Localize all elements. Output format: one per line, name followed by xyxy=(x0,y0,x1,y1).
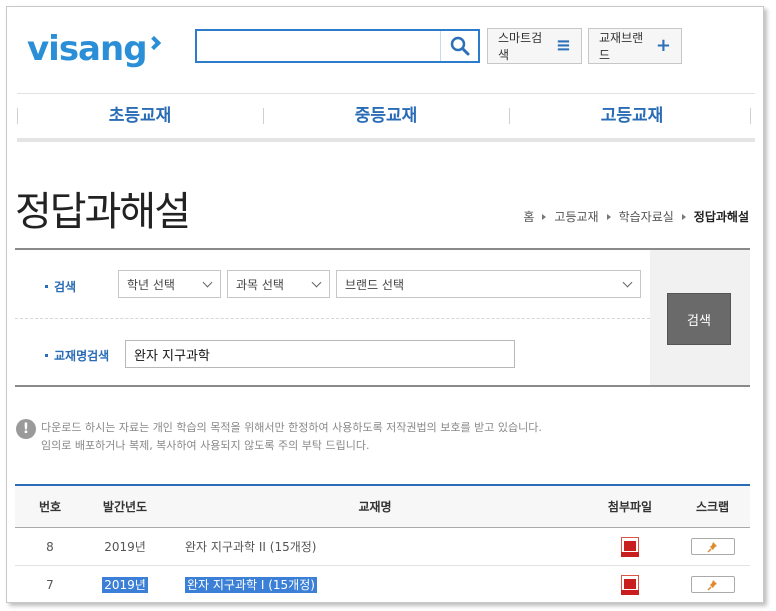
page-frame: visang 스마트검색 ≡ 교재브랜드 + 초등교재 중등교재 고등교재 정답… xyxy=(6,6,764,603)
table-header: 번호 발간년도 교재명 첨부파일 스크랩 xyxy=(15,486,750,528)
search-panel: 검색 학년 선택 과목 선택 브랜드 선택 교재명검색 완자 지구과학 검색 xyxy=(15,248,750,387)
row-year: 2019년 xyxy=(104,540,146,554)
table-row: 7 2019년 완자 지구과학 I (15개정) xyxy=(15,566,750,602)
scrap-button[interactable] xyxy=(690,538,735,555)
breadcrumb-arrow-icon xyxy=(606,213,611,220)
subject-select-value: 과목 선택 xyxy=(236,277,284,292)
row-file xyxy=(585,574,675,595)
row-no: 8 xyxy=(46,539,54,554)
search-submit-area: 검색 xyxy=(650,250,750,385)
smart-search-label: 스마트검색 xyxy=(498,31,543,62)
nav-elementary[interactable]: 초등교재 xyxy=(17,99,263,133)
main-nav: 초등교재 중등교재 고등교재 xyxy=(17,99,755,133)
header-no: 번호 xyxy=(38,500,62,514)
search-label-text: 검색 xyxy=(54,280,77,294)
header-name: 교재명 xyxy=(358,500,392,514)
textbook-brand-button[interactable]: 교재브랜드 + xyxy=(588,28,682,64)
chevron-down-icon xyxy=(202,277,213,288)
row-scrap xyxy=(675,538,750,555)
nav-middle[interactable]: 중등교재 xyxy=(263,99,509,133)
grade-select-value: 학년 선택 xyxy=(127,277,175,292)
row-name[interactable]: 완자 지구과학 II (15개정) xyxy=(165,538,585,555)
bullet-icon xyxy=(45,354,48,357)
search-row-label: 검색 xyxy=(45,278,76,295)
row-file xyxy=(585,536,675,557)
pdf-file-icon[interactable] xyxy=(621,574,639,595)
pin-icon xyxy=(706,541,717,553)
menu-icon: ≡ xyxy=(555,35,571,56)
pin-icon xyxy=(706,579,717,591)
row-name[interactable]: 완자 지구과학 I (15개정) xyxy=(165,576,585,593)
table-row: 8 2019년 완자 지구과학 II (15개정) xyxy=(15,528,750,566)
results-table: 번호 발간년도 교재명 첨부파일 스크랩 8 2019년 완자 지구과학 II … xyxy=(15,484,750,602)
global-search-input[interactable] xyxy=(197,31,437,61)
book-name-label-text: 교재명검색 xyxy=(54,349,110,363)
book-name-input[interactable]: 완자 지구과학 xyxy=(125,340,515,368)
exclamation-icon: ! xyxy=(16,419,36,439)
notice-line-2: 임의로 배포하거나 복제, 복사하여 사용되지 않도록 주의 부탁 드립니다. xyxy=(41,439,370,452)
pdf-file-icon[interactable] xyxy=(621,536,639,557)
smart-search-button[interactable]: 스마트검색 ≡ xyxy=(487,28,582,64)
scrap-button[interactable] xyxy=(690,576,735,593)
bullet-icon xyxy=(45,285,48,288)
book-name-row-label: 교재명검색 xyxy=(45,347,109,364)
search-button[interactable] xyxy=(440,31,478,61)
breadcrumb-arrow-icon xyxy=(681,213,686,220)
breadcrumb-high[interactable]: 고등교재 xyxy=(554,208,598,225)
search-submit-button[interactable]: 검색 xyxy=(667,293,731,345)
global-search-box xyxy=(195,29,480,63)
breadcrumb-current: 정답과해설 xyxy=(693,210,749,224)
grade-select[interactable]: 학년 선택 xyxy=(118,270,221,298)
book-name-input-value: 완자 지구과학 xyxy=(134,348,210,364)
row-no: 7 xyxy=(46,577,54,592)
nav-high[interactable]: 고등교재 xyxy=(509,99,755,133)
search-icon xyxy=(450,36,469,56)
nav-bottom-divider xyxy=(17,138,755,142)
notice-line-1: 다운로드 하시는 자료는 개인 학습의 목적을 위해서만 한정하여 사용하도록 … xyxy=(41,421,542,434)
row-year-selected: 2019년 xyxy=(102,577,148,593)
header-scrap: 스크랩 xyxy=(695,500,730,514)
page-title: 정답과해설 xyxy=(15,189,191,235)
breadcrumb-resources[interactable]: 학습자료실 xyxy=(619,208,674,225)
row-name-selected: 완자 지구과학 I (15개정) xyxy=(185,577,317,593)
chevron-down-icon xyxy=(622,277,633,288)
subject-select[interactable]: 과목 선택 xyxy=(227,270,330,298)
textbook-brand-label: 교재브랜드 xyxy=(599,31,644,62)
breadcrumb: 홈 고등교재 학습자료실 정답과해설 xyxy=(523,208,749,225)
row-year: 2019년 xyxy=(85,576,165,593)
panel-divider xyxy=(15,318,650,319)
plus-icon: + xyxy=(655,35,671,56)
visang-logo[interactable]: visang xyxy=(27,29,161,69)
header-file: 첨부파일 xyxy=(607,500,653,514)
copyright-notice: 다운로드 하시는 자료는 개인 학습의 목적을 위해서만 한정하여 사용하도록 … xyxy=(41,419,542,455)
nav-top-divider xyxy=(17,93,755,94)
row-scrap xyxy=(675,576,750,593)
chevron-down-icon xyxy=(311,277,322,288)
brand-select[interactable]: 브랜드 선택 xyxy=(336,270,641,298)
header-year: 발간년도 xyxy=(102,500,148,514)
brand-select-value: 브랜드 선택 xyxy=(345,277,405,292)
logo-arrow-icon xyxy=(146,35,161,51)
breadcrumb-arrow-icon xyxy=(542,213,547,220)
breadcrumb-home[interactable]: 홈 xyxy=(523,208,534,225)
logo-text: visang xyxy=(27,29,148,69)
